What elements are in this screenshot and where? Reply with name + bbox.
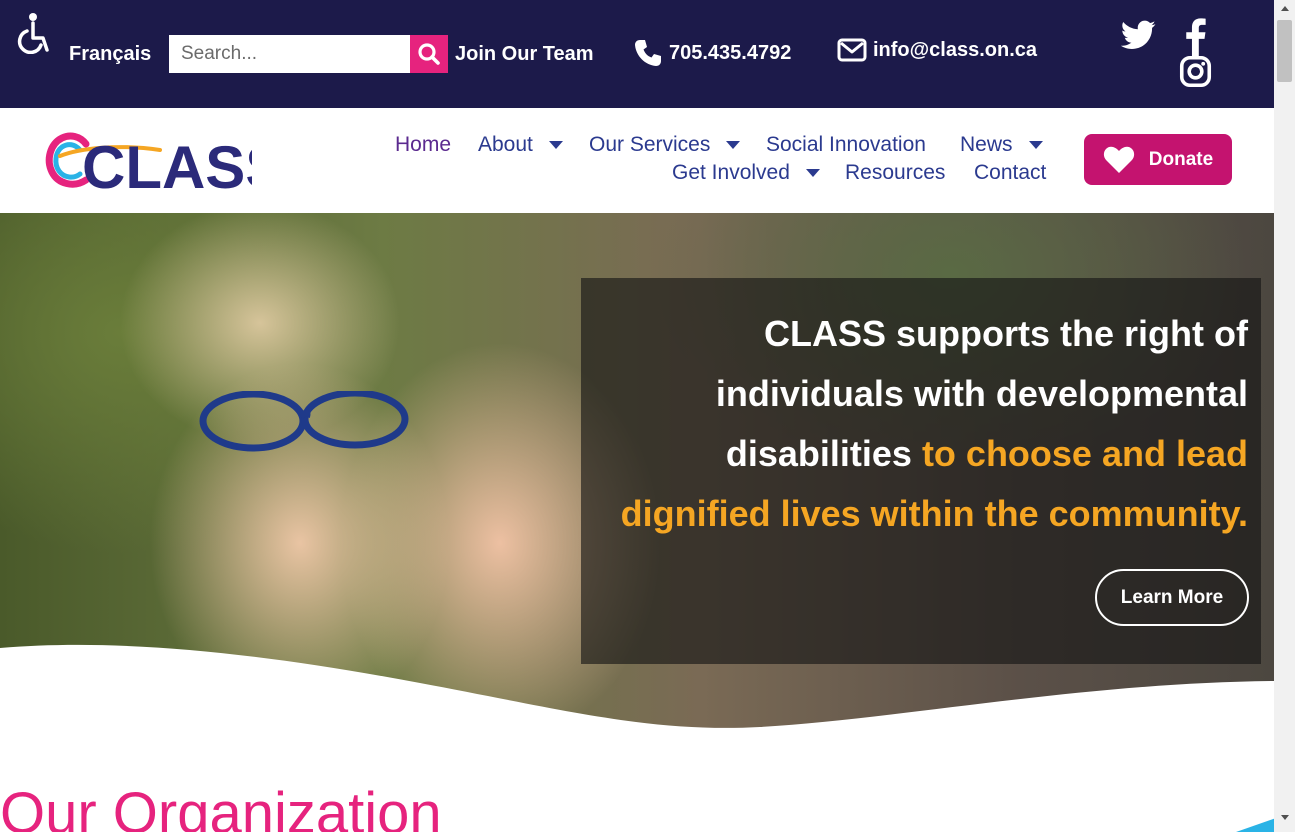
- nav-about[interactable]: About: [478, 133, 563, 157]
- nav-resources[interactable]: Resources: [845, 161, 945, 185]
- scroll-up-arrow[interactable]: [1274, 4, 1295, 18]
- nav-news-label: News: [960, 133, 1013, 156]
- nav-resources-label: Resources: [845, 161, 946, 184]
- site-header: CLASS Home About Our Services Social Inn…: [0, 108, 1274, 213]
- hero-line-1: CLASS supports the right of: [764, 313, 1248, 354]
- section-title: Our Organization: [0, 781, 442, 832]
- accessibility-button[interactable]: [0, 0, 64, 66]
- envelope-icon: [837, 38, 867, 62]
- hero-line-2: individuals with developmental: [715, 373, 1248, 414]
- hero-photo-detail: [199, 391, 409, 452]
- page-scrollbar[interactable]: [1274, 0, 1295, 832]
- email-link[interactable]: info@class.on.ca: [837, 38, 1037, 62]
- nav-home-label: Home: [395, 133, 452, 156]
- nav-contact-label: Contact: [974, 161, 1047, 184]
- join-our-team-link[interactable]: Join Our Team: [455, 43, 594, 66]
- arrow-up-icon: [1280, 6, 1289, 11]
- nav-about-label: About: [478, 133, 533, 156]
- nav-get-involved-label: Get Involved: [672, 161, 790, 184]
- twitter-icon: [1120, 20, 1156, 49]
- nav-contact[interactable]: Contact: [974, 161, 1046, 185]
- hero-line-4-highlight: dignified lives within the community.: [620, 493, 1248, 534]
- email-address: info@class.on.ca: [873, 38, 1037, 61]
- hero-wave-divider: [0, 644, 1274, 733]
- language-link[interactable]: Français: [69, 43, 151, 66]
- nav-services-label: Our Services: [589, 133, 711, 156]
- scroll-down-arrow[interactable]: [1274, 814, 1295, 828]
- hero-headline: CLASS supports the right of individuals …: [608, 304, 1248, 544]
- donate-label: Donate: [1148, 148, 1214, 170]
- phone-number: 705.435.4792: [669, 41, 792, 64]
- twitter-link[interactable]: [1120, 20, 1157, 57]
- logo-wordmark: CLASS: [82, 134, 252, 196]
- chevron-down-icon: [805, 169, 820, 177]
- chevron-down-icon: [548, 141, 563, 149]
- search-button[interactable]: [410, 35, 448, 73]
- hero-line-3: disabilities: [725, 433, 922, 474]
- nav-get-involved[interactable]: Get Involved: [672, 161, 820, 185]
- search-icon: [418, 43, 440, 65]
- instagram-icon: [1179, 55, 1212, 88]
- scroll-thumb[interactable]: [1277, 20, 1292, 82]
- arrow-down-icon: [1280, 815, 1289, 820]
- hero-line-3-highlight: to choose and lead: [921, 433, 1248, 474]
- nav-social-innovation[interactable]: Social Innovation: [766, 133, 926, 157]
- heart-icon: [1103, 146, 1134, 173]
- nav-news[interactable]: News: [960, 133, 1043, 157]
- nav-social-innovation-label: Social Innovation: [766, 133, 926, 156]
- nav-our-services[interactable]: Our Services: [589, 133, 741, 157]
- chevron-down-icon: [1028, 141, 1043, 149]
- class-logo[interactable]: CLASS: [40, 126, 285, 201]
- phone-icon: [635, 40, 661, 66]
- hero-banner: CLASS supports the right of individuals …: [0, 213, 1274, 733]
- learn-more-button[interactable]: Learn More: [1095, 569, 1249, 626]
- search-input[interactable]: [169, 35, 410, 73]
- wheelchair-icon: [17, 13, 49, 54]
- phone-link[interactable]: 705.435.4792: [633, 38, 791, 68]
- hero-message-panel: CLASS supports the right of individuals …: [581, 278, 1261, 664]
- donate-button[interactable]: Donate: [1084, 134, 1232, 185]
- chevron-down-icon: [726, 141, 741, 149]
- top-bar: Français Join Our Team 705.435.4792 info…: [0, 0, 1274, 108]
- decorative-accent: [1236, 818, 1276, 832]
- facebook-icon: [1186, 18, 1206, 57]
- nav-home[interactable]: Home: [395, 133, 451, 157]
- instagram-link[interactable]: [1179, 55, 1212, 93]
